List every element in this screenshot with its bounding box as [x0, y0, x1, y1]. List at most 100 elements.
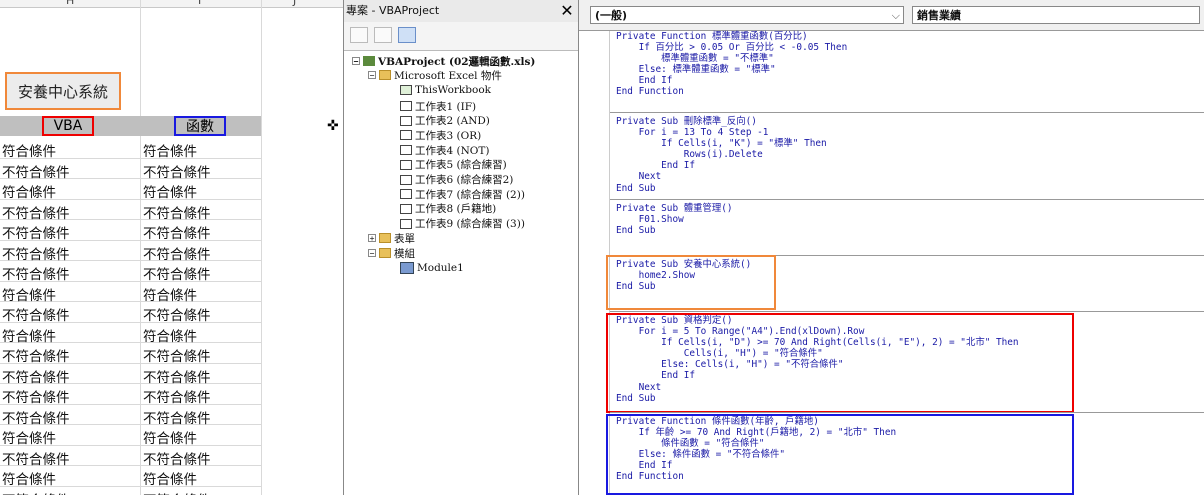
- code-line[interactable]: End Function: [616, 86, 1204, 97]
- nursing-home-system-button[interactable]: 安養中心系統: [5, 72, 121, 110]
- table-row: 不符合條件 不符合條件: [0, 384, 261, 406]
- procedure-combo[interactable]: 銷售業績: [912, 6, 1200, 24]
- collapse-icon[interactable]: −: [368, 71, 376, 80]
- tree-item-thisworkbook[interactable]: ThisWorkbook: [400, 83, 491, 97]
- code-line[interactable]: Private Function 標準體重函數(百分比): [616, 31, 1204, 42]
- tree-item-sheet[interactable]: 工作表2 (AND): [400, 114, 490, 128]
- function-result-cell[interactable]: 不符合條件: [143, 366, 211, 386]
- code-line[interactable]: If 百分比 > 0.05 Or 百分比 < -0.05 Then: [616, 42, 1204, 53]
- code-procedure[interactable]: Private Sub 刪除標準_反向() For i = 13 To 4 St…: [610, 116, 1204, 194]
- vba-result-cell[interactable]: 不符合條件: [2, 222, 70, 242]
- vba-result-cell[interactable]: 不符合條件: [2, 202, 70, 222]
- vba-result-cell[interactable]: 不符合條件: [2, 345, 70, 365]
- vba-result-cell[interactable]: 符合條件: [2, 427, 56, 447]
- vba-result-cell[interactable]: 符合條件: [2, 325, 56, 345]
- close-icon[interactable]: ✕: [558, 2, 576, 20]
- vba-result-cell[interactable]: 不符合條件: [2, 263, 70, 283]
- vba-result-cell[interactable]: 不符合條件: [2, 386, 70, 406]
- vba-result-cell[interactable]: 符合條件: [2, 140, 56, 160]
- code-line[interactable]: F01.Show: [616, 214, 1204, 225]
- code-line[interactable]: End Sub: [616, 225, 1204, 236]
- function-column-header[interactable]: 函數: [174, 116, 226, 136]
- code-line[interactable]: End Sub: [616, 183, 1204, 194]
- function-result-cell[interactable]: 符合條件: [143, 468, 197, 488]
- code-procedure[interactable]: Private Sub 體重管理() F01.Show End Sub: [610, 203, 1204, 236]
- function-result-cell[interactable]: 符合條件: [143, 325, 197, 345]
- workbook-icon: [400, 85, 412, 95]
- tree-item-sheet[interactable]: 工作表8 (戶籍地): [400, 202, 496, 216]
- table-row: 不符合條件 不符合條件: [0, 159, 261, 181]
- function-result-cell[interactable]: 不符合條件: [143, 222, 211, 242]
- vba-result-cell[interactable]: 不符合條件: [2, 489, 70, 495]
- code-line[interactable]: End If: [616, 75, 1204, 86]
- vba-result-cell[interactable]: 不符合條件: [2, 366, 70, 386]
- code-line[interactable]: Else: 標準體重函數 = "標準": [616, 64, 1204, 75]
- table-row: 不符合條件 不符合條件: [0, 220, 261, 242]
- tree-item-sheet[interactable]: 工作表1 (IF): [400, 99, 476, 113]
- expand-icon[interactable]: +: [368, 234, 376, 243]
- project-explorer: 專案 - VBAProject ✕ − VBAProject (02邏輯函數.x…: [343, 0, 579, 495]
- tree-item-sheet[interactable]: 工作表6 (綜合練習2): [400, 173, 513, 187]
- vba-result-cell[interactable]: 不符合條件: [2, 243, 70, 263]
- function-result-cell[interactable]: 符合條件: [143, 140, 197, 160]
- code-window: (一般) ⌵ 銷售業績 Private Function 標準體重函數(百分比)…: [579, 0, 1204, 495]
- vba-result-cell[interactable]: 不符合條件: [2, 448, 70, 468]
- function-result-cell[interactable]: 符合條件: [143, 181, 197, 201]
- vba-result-cell[interactable]: 不符合條件: [2, 407, 70, 427]
- tree-item-modules[interactable]: − 模組: [368, 246, 415, 260]
- code-line[interactable]: If Cells(i, "K") = "標準" Then: [616, 138, 1204, 149]
- collapse-icon[interactable]: −: [352, 57, 360, 66]
- tree-item-sheet[interactable]: 工作表7 (綜合練習 (2)): [400, 187, 525, 201]
- function-result-cell[interactable]: 不符合條件: [143, 448, 211, 468]
- code-procedure[interactable]: Private Function 標準體重函數(百分比) If 百分比 > 0.…: [610, 31, 1204, 98]
- toggle-folders-button[interactable]: [398, 27, 416, 43]
- tree-item-sheet[interactable]: 工作表4 (NOT): [400, 143, 490, 157]
- vba-column-header[interactable]: VBA: [42, 116, 94, 136]
- table-row: 符合條件 符合條件: [0, 138, 261, 160]
- object-combo[interactable]: (一般) ⌵: [590, 6, 904, 24]
- view-object-button[interactable]: [374, 27, 392, 43]
- vba-result-cell[interactable]: 符合條件: [2, 284, 56, 304]
- view-code-button[interactable]: [350, 27, 368, 43]
- worksheet-icon: [400, 130, 412, 141]
- function-result-cell[interactable]: 不符合條件: [143, 243, 211, 263]
- function-result-cell[interactable]: 不符合條件: [143, 304, 211, 324]
- code-line[interactable]: Private Sub 體重管理(): [616, 203, 1204, 214]
- function-result-cell[interactable]: 不符合條件: [143, 202, 211, 222]
- procedure-separator: [610, 311, 1204, 312]
- table-row: 不符合條件 不符合條件: [0, 261, 261, 283]
- tree-item-excel-objects[interactable]: − Microsoft Excel 物件: [368, 68, 502, 82]
- table-row: 不符合條件 不符合條件: [0, 343, 261, 365]
- code-line[interactable]: End If: [616, 160, 1204, 171]
- function-result-cell[interactable]: 不符合條件: [143, 345, 211, 365]
- vba-result-cell[interactable]: 不符合條件: [2, 161, 70, 181]
- tree-item-forms[interactable]: + 表單: [368, 231, 415, 245]
- code-line[interactable]: For i = 13 To 4 Step -1: [616, 127, 1204, 138]
- function-result-cell[interactable]: 不符合條件: [143, 489, 211, 495]
- vba-result-cell[interactable]: 符合條件: [2, 468, 56, 488]
- module-icon: [400, 262, 414, 274]
- function-result-cell[interactable]: 符合條件: [143, 427, 197, 447]
- procedure-separator: [610, 412, 1204, 413]
- tree-item-sheet[interactable]: 工作表9 (綜合練習 (3)): [400, 217, 525, 231]
- worksheet-icon: [400, 203, 412, 214]
- worksheet-icon: [400, 101, 412, 111]
- code-line[interactable]: Rows(i).Delete: [616, 149, 1204, 160]
- code-line[interactable]: 標準體重函數 = "不標準": [616, 53, 1204, 64]
- function-result-cell[interactable]: 不符合條件: [143, 386, 211, 406]
- tree-item-module1[interactable]: Module1: [400, 261, 464, 275]
- tree-item-sheet[interactable]: 工作表5 (綜合練習): [400, 158, 507, 172]
- collapse-icon[interactable]: −: [368, 249, 376, 258]
- function-result-cell[interactable]: 不符合條件: [143, 263, 211, 283]
- worksheet-icon: [400, 159, 412, 170]
- function-result-cell[interactable]: 不符合條件: [143, 407, 211, 427]
- vba-result-cell[interactable]: 符合條件: [2, 181, 56, 201]
- function-result-cell[interactable]: 不符合條件: [143, 161, 211, 181]
- code-line[interactable]: Next: [616, 171, 1204, 182]
- tree-item-sheet[interactable]: 工作表3 (OR): [400, 128, 481, 142]
- code-line[interactable]: Private Sub 刪除標準_反向(): [616, 116, 1204, 127]
- tree-item-vbaproject[interactable]: − VBAProject (02邏輯函數.xls): [352, 54, 535, 68]
- table-row: 符合條件 符合條件: [0, 466, 261, 488]
- function-result-cell[interactable]: 符合條件: [143, 284, 197, 304]
- vba-result-cell[interactable]: 不符合條件: [2, 304, 70, 324]
